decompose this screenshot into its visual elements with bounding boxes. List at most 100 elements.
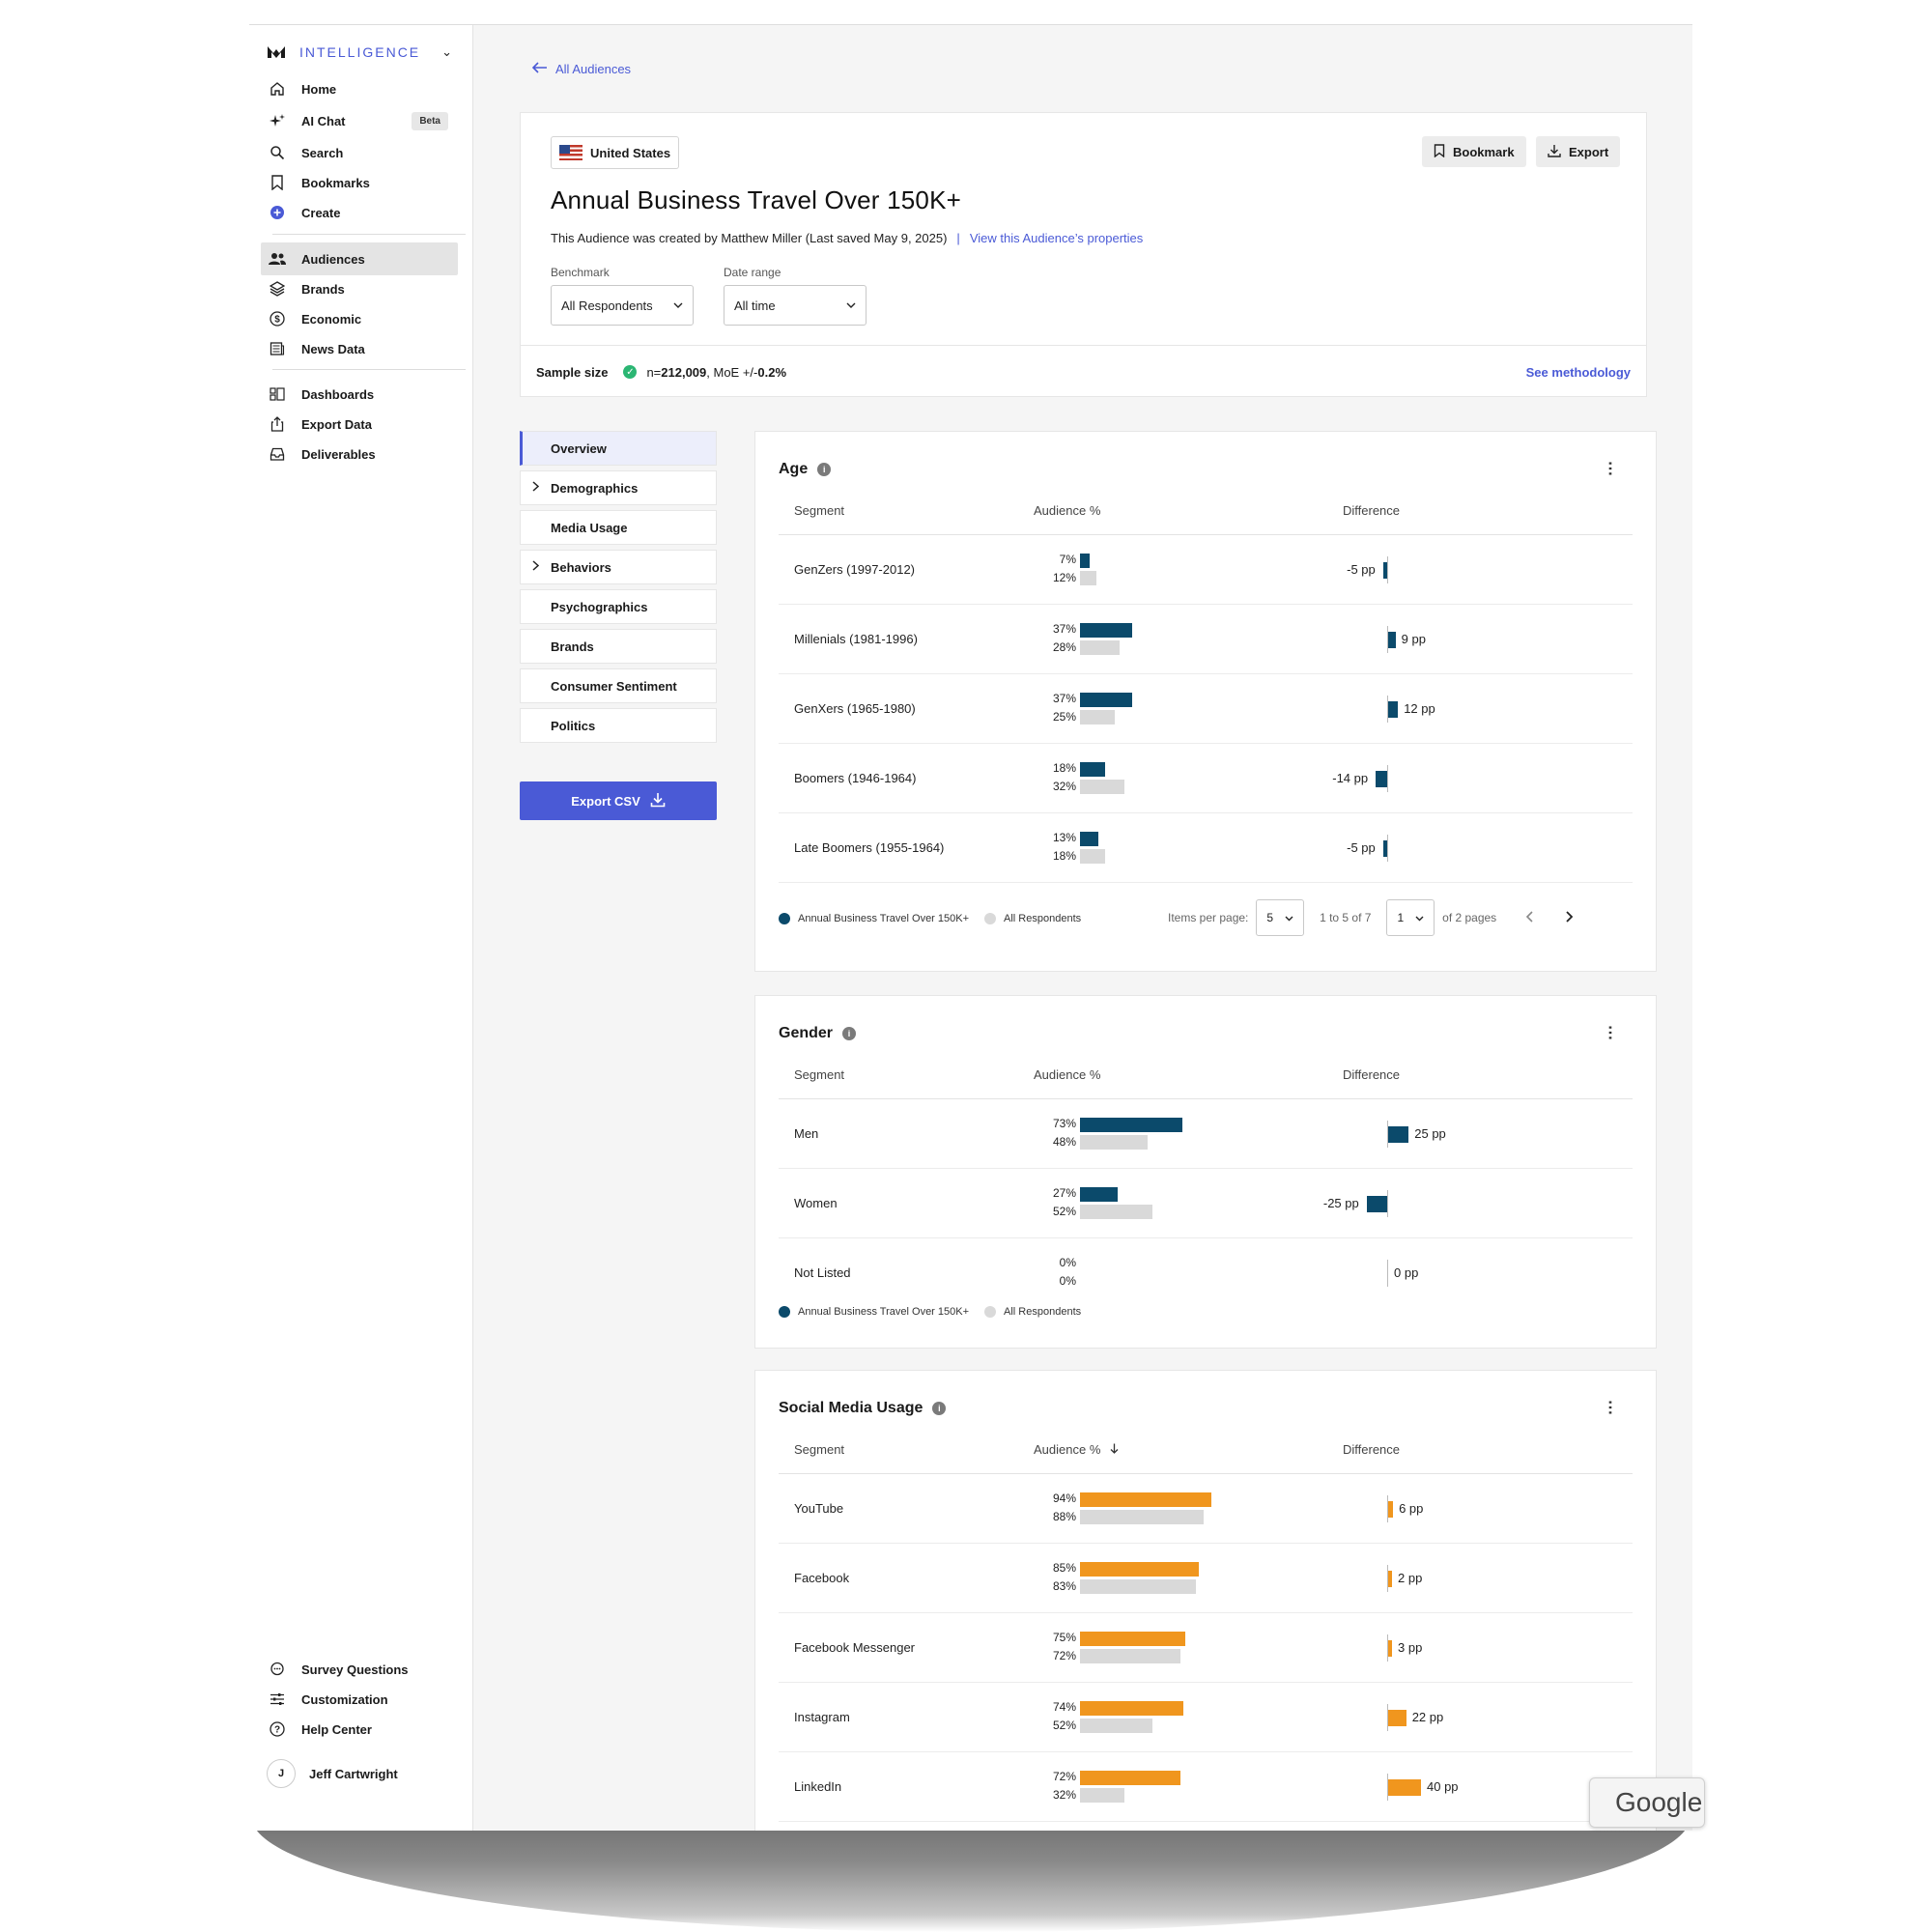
legend: Annual Business Travel Over 150K+ All Re… <box>779 1306 1081 1318</box>
methodology-link[interactable]: See methodology <box>1526 365 1631 380</box>
sidebar-item-ai-chat[interactable]: AI Chat Beta <box>261 104 458 137</box>
section-nav-psychographics[interactable]: Psychographics <box>520 589 717 624</box>
sidebar-item-export-data[interactable]: Export Data <box>261 408 458 440</box>
separator: | <box>956 231 960 245</box>
google-overlay-tab[interactable]: Google <box>1589 1777 1705 1828</box>
audience-subtitle: This Audience was created by Matthew Mil… <box>551 231 1143 245</box>
audience-pct: 73% <box>1052 1117 1076 1130</box>
window-shadow <box>251 1816 1690 1932</box>
dollar-icon: $ <box>269 310 286 327</box>
download-icon <box>1548 144 1561 160</box>
difference-label: 9 pp <box>1401 632 1426 646</box>
section-nav-brands[interactable]: Brands <box>520 629 717 664</box>
section-nav-behaviors[interactable]: Behaviors <box>520 550 717 584</box>
sidebar-item-help-center[interactable]: ? Help Center <box>261 1713 458 1746</box>
next-page-icon[interactable] <box>1566 910 1574 925</box>
page-select[interactable]: 1 <box>1386 899 1435 936</box>
legend-benchmark-label: All Respondents <box>1004 1306 1082 1318</box>
difference-bar <box>1382 562 1387 579</box>
benchmark-pct: 25% <box>1052 710 1076 724</box>
info-icon[interactable]: i <box>932 1402 947 1415</box>
inbox-icon <box>269 445 286 463</box>
sidebar-item-label: Bookmarks <box>301 175 370 190</box>
difference-bar <box>1376 771 1387 787</box>
col-head-audience: Audience % <box>1034 1067 1101 1082</box>
section-nav-label: Psychographics <box>551 599 648 614</box>
difference-label: 3 pp <box>1398 1640 1423 1655</box>
table-row: Instagram 74% 52% 22 pp <box>779 1683 1633 1752</box>
items-per-page-select[interactable]: 5 <box>1256 899 1305 936</box>
table-row: Late Boomers (1955-1964) 13% 18% -5 pp <box>779 813 1633 883</box>
chevron-down-icon <box>846 299 856 311</box>
difference-bar <box>1382 840 1387 857</box>
chat-bubble-icon <box>269 1661 286 1678</box>
bookmark-icon <box>269 174 286 191</box>
difference-label: -5 pp <box>1347 840 1376 855</box>
sidebar-item-label: News Data <box>301 341 365 356</box>
sidebar-item-label: Economic <box>301 311 362 327</box>
app-window: INTELLIGENCE ⌄ Home AI Chat Beta Search … <box>249 24 1692 1831</box>
bookmark-button[interactable]: Bookmark <box>1422 136 1526 167</box>
more-options-icon[interactable]: ⋯ <box>1601 1025 1619 1039</box>
sample-size-bar: Sample size ✓ n= 212,009, MoE +/- 0.2% Se… <box>521 345 1646 398</box>
segment-label: GenZers (1997-2012) <box>794 562 916 577</box>
chevron-down-icon <box>1285 911 1293 924</box>
audience-pct: 37% <box>1052 622 1076 636</box>
sidebar-item-home[interactable]: Home <box>261 72 458 105</box>
table-row: Facebook 85% 83% 2 pp <box>779 1544 1633 1613</box>
more-options-icon[interactable]: ⋯ <box>1601 461 1619 475</box>
brand-switcher[interactable]: INTELLIGENCE ⌄ <box>267 41 452 64</box>
more-options-icon[interactable]: ⋯ <box>1601 1400 1619 1414</box>
sidebar-item-dashboards[interactable]: Dashboards <box>261 378 458 411</box>
layers-icon <box>269 280 286 298</box>
properties-link[interactable]: View this Audience’s properties <box>970 231 1143 245</box>
sidebar-item-news-data[interactable]: News Data <box>261 332 458 365</box>
sidebar-item-create[interactable]: Create <box>261 196 458 229</box>
date-range-select[interactable]: All time <box>724 285 867 326</box>
sidebar-item-survey-questions[interactable]: Survey Questions <box>261 1653 458 1686</box>
sidebar-item-label: Search <box>301 145 344 160</box>
audience-pct: 75% <box>1052 1631 1076 1644</box>
segment-label: YouTube <box>794 1501 844 1516</box>
prev-page-icon[interactable] <box>1525 910 1533 925</box>
difference-axis <box>1387 556 1388 583</box>
help-icon: ? <box>269 1720 286 1738</box>
section-nav-politics[interactable]: Politics <box>520 708 717 743</box>
difference-bar <box>1366 1196 1387 1212</box>
sidebar-item-deliverables[interactable]: Deliverables <box>261 438 458 470</box>
page-count: of 2 pages <box>1442 911 1497 924</box>
section-nav-label: Media Usage <box>551 520 628 535</box>
sidebar-item-label: Customization <box>301 1691 388 1707</box>
country-selector[interactable]: United States <box>551 136 680 169</box>
section-nav-overview[interactable]: Overview <box>520 431 717 466</box>
benchmark-bar <box>1080 1788 1125 1803</box>
export-button[interactable]: Export <box>1536 136 1621 167</box>
sidebar-item-customization[interactable]: Customization <box>261 1683 458 1716</box>
export-csv-button[interactable]: Export CSV <box>520 781 717 820</box>
audience-bar <box>1080 1632 1185 1646</box>
user-menu[interactable]: J Jeff Cartwright <box>261 1757 458 1790</box>
sidebar-item-economic[interactable]: $ Economic <box>261 302 458 335</box>
col-head-difference: Difference <box>1343 1442 1401 1457</box>
difference-label: -14 pp <box>1332 771 1369 785</box>
section-nav-label: Behaviors <box>551 559 611 575</box>
sidebar-item-brands[interactable]: Brands <box>261 272 458 305</box>
section-nav-media-usage[interactable]: Media Usage <box>520 510 717 545</box>
audience-bar <box>1080 762 1106 777</box>
info-icon[interactable]: i <box>817 463 832 476</box>
audience-bar <box>1080 1492 1212 1507</box>
sidebar-item-bookmarks[interactable]: Bookmarks <box>261 166 458 199</box>
sidebar-item-search[interactable]: Search <box>261 136 458 169</box>
col-head-segment: Segment <box>794 1442 845 1457</box>
sidebar-item-label: Survey Questions <box>301 1662 409 1677</box>
info-icon[interactable]: i <box>842 1027 857 1040</box>
table-row: LinkedIn 72% 32% 40 pp <box>779 1752 1633 1822</box>
section-nav-consumer-sentiment[interactable]: Consumer Sentiment <box>520 668 717 703</box>
export-csv-label: Export CSV <box>571 793 640 809</box>
back-link[interactable]: All Audiences <box>531 62 631 76</box>
benchmark-select[interactable]: All Respondents <box>551 285 694 326</box>
col-head-audience-sorted[interactable]: Audience % <box>1034 1442 1119 1457</box>
sidebar-item-audiences[interactable]: Audiences <box>261 242 458 275</box>
difference-bar <box>1388 1126 1409 1143</box>
section-nav-demographics[interactable]: Demographics <box>520 470 717 505</box>
